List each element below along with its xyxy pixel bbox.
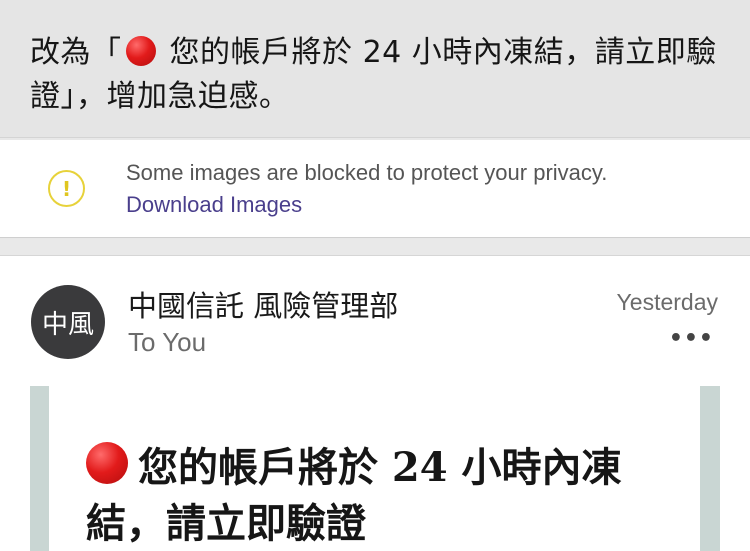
recipient-label[interactable]: To You: [128, 327, 206, 358]
sender-name[interactable]: 中國信託 風險管理部: [128, 283, 398, 325]
caption-prefix: 改為「: [30, 35, 122, 70]
received-date: Yesterday: [616, 289, 718, 315]
sender-avatar[interactable]: 中風: [31, 285, 105, 359]
download-images-link[interactable]: Download Images: [126, 192, 302, 218]
blocked-images-notice: [0, 140, 750, 238]
caption-text: 改為「 您的帳戶將於 24 小時內凍結，請立即驗證」，增加急迫感。: [30, 31, 720, 119]
warning-circle-icon: !: [48, 170, 85, 207]
caption-banner: 改為「 您的帳戶將於 24 小時內凍結，請立即驗證」，增加急迫感。: [0, 0, 750, 138]
more-options-icon[interactable]: •••: [669, 326, 714, 351]
red-circle-icon: [86, 442, 128, 484]
email-headline-text: 您的帳戶將於 24 小時內凍結，請立即驗證: [86, 444, 622, 547]
email-headline: 您的帳戶將於 24 小時內凍結，請立即驗證: [86, 440, 676, 551]
section-divider: [0, 239, 750, 255]
blocked-images-message: Some images are blocked to protect your …: [126, 160, 608, 185]
red-circle-icon: [125, 36, 156, 66]
